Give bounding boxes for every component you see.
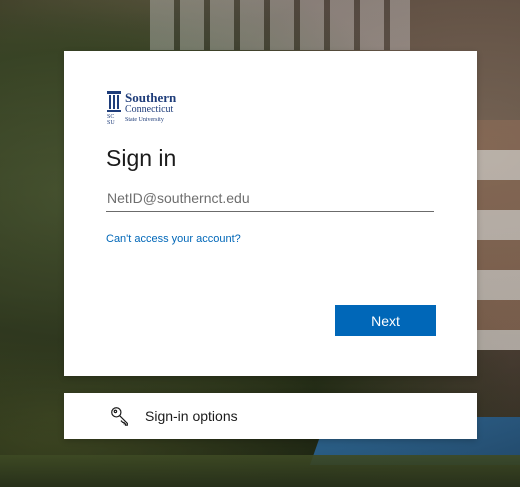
- logo-line-1: Southern: [125, 90, 177, 105]
- logo-line-3: State University: [125, 117, 164, 123]
- next-button[interactable]: Next: [335, 305, 436, 336]
- background-shrubs: [0, 455, 520, 487]
- sign-in-card: SC SU Southern Connecticut State Univers…: [64, 51, 477, 376]
- key-icon: [111, 407, 128, 426]
- sign-in-options-button[interactable]: Sign-in options: [64, 393, 477, 439]
- background-windows: [150, 0, 410, 50]
- logo-mark-icon: SC SU: [107, 91, 121, 125]
- email-field-wrapper: [106, 185, 434, 212]
- svg-text:SU: SU: [107, 120, 115, 125]
- page-title: Sign in: [106, 145, 177, 171]
- logo-line-2: Connecticut: [125, 104, 174, 115]
- logo-wordmark: Southern Connecticut State University: [125, 91, 176, 123]
- sign-in-options-label: Sign-in options: [145, 408, 238, 424]
- university-logo: SC SU Southern Connecticut State Univers…: [107, 91, 176, 127]
- background-building: [475, 120, 520, 350]
- cant-access-account-link[interactable]: Can't access your account?: [106, 233, 241, 245]
- email-field[interactable]: [106, 185, 434, 212]
